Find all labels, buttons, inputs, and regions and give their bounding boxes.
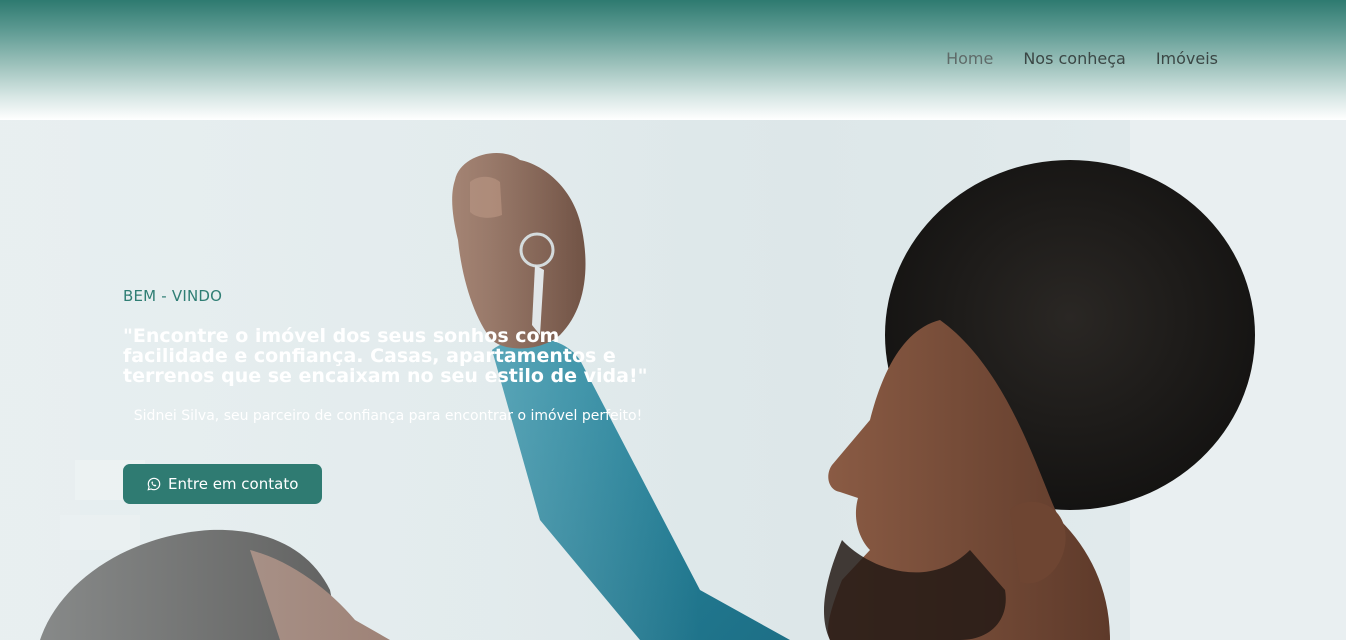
nav-item-imoveis[interactable]: Imóveis — [1156, 48, 1218, 70]
page: Home Nos conheça Imóveis BEM - VINDO "En… — [0, 0, 1346, 640]
nav-item-nos-conheca[interactable]: Nos conheça — [1023, 48, 1126, 70]
nav-item-home[interactable]: Home — [946, 48, 993, 70]
hero-section: BEM - VINDO "Encontre o imóvel dos seus … — [0, 120, 1346, 640]
main-nav: Home Nos conheça Imóveis — [946, 48, 1218, 70]
whatsapp-icon — [147, 477, 161, 491]
site-header: Home Nos conheça Imóveis — [0, 0, 1346, 120]
hero-subtitle: Sidnei Silva, seu parceiro de confiança … — [133, 408, 643, 424]
contact-button-label: Entre em contato — [168, 475, 299, 493]
hero-eyebrow: BEM - VINDO — [123, 287, 223, 305]
contact-button[interactable]: Entre em contato — [123, 464, 323, 504]
hero-headline: "Encontre o imóvel dos seus sonhos com f… — [123, 325, 648, 387]
hero-content: BEM - VINDO "Encontre o imóvel dos seus … — [123, 286, 653, 504]
